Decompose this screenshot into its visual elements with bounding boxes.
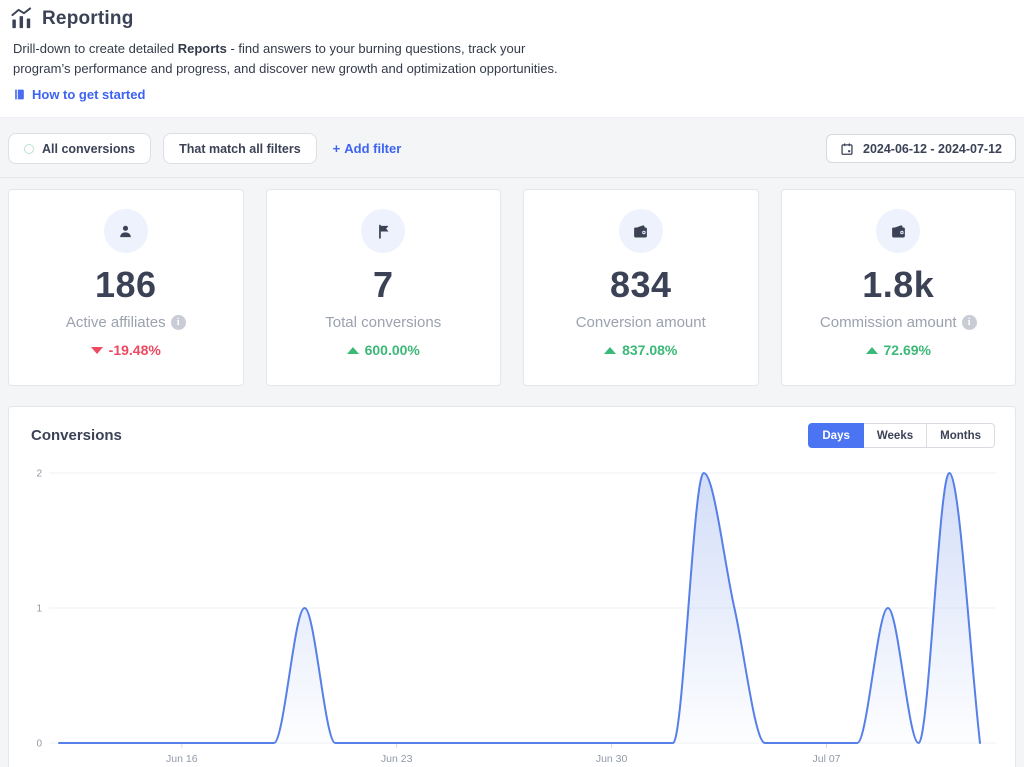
stat-label: Total conversions xyxy=(325,314,441,331)
person-icon xyxy=(104,209,148,253)
page-title: Reporting xyxy=(42,8,134,30)
stat-card-conversion-amount: 834 Conversion amount 837.08% xyxy=(523,189,759,386)
stat-label: Conversion amount xyxy=(576,314,706,331)
info-icon[interactable] xyxy=(171,315,186,330)
toggle-days[interactable]: Days xyxy=(808,423,864,448)
trend-up-icon xyxy=(604,347,616,354)
plus-icon: + xyxy=(333,141,341,156)
calendar-icon xyxy=(840,142,854,156)
how-to-get-started-label: How to get started xyxy=(32,87,145,102)
stat-value: 1.8k xyxy=(862,264,934,306)
filter-bar: All conversions That match all filters +… xyxy=(0,118,1024,177)
trend-up-icon xyxy=(347,347,359,354)
page-description: Drill-down to create detailed Reports - … xyxy=(13,39,558,79)
date-range-value: 2024-06-12 - 2024-07-12 xyxy=(863,142,1002,156)
info-icon[interactable] xyxy=(962,315,977,330)
stat-card-total-conversions: 7 Total conversions 600.00% xyxy=(266,189,502,386)
wallet-icon xyxy=(876,209,920,253)
y-axis-label: 0 xyxy=(36,739,42,750)
match-all-filters-button[interactable]: That match all filters xyxy=(163,133,317,164)
conversions-chart-card: Conversions Days Weeks Months 2 1 0 Jun 16 J… xyxy=(8,406,1016,767)
x-axis-label: Jun 23 xyxy=(381,753,413,765)
filter-divider xyxy=(0,177,1024,178)
all-conversions-label: All conversions xyxy=(42,142,135,156)
match-all-label: That match all filters xyxy=(179,142,301,156)
stat-delta: 600.00% xyxy=(347,342,420,358)
page-header: Reporting Drill-down to create detailed … xyxy=(0,0,1024,118)
add-filter-button[interactable]: + Add filter xyxy=(333,141,402,156)
stat-label: Active affiliates xyxy=(66,314,186,331)
y-axis-label: 2 xyxy=(36,469,42,480)
x-axis-label: Jun 16 xyxy=(166,753,198,765)
date-range-picker[interactable]: 2024-06-12 - 2024-07-12 xyxy=(826,134,1016,163)
stat-label: Commission amount xyxy=(820,314,977,331)
granularity-toggle: Days Weeks Months xyxy=(808,423,995,448)
stat-card-active-affiliates: 186 Active affiliates -19.48% xyxy=(8,189,244,386)
x-axis-label: Jun 30 xyxy=(596,753,628,765)
toggle-months[interactable]: Months xyxy=(926,423,995,448)
chart-title: Conversions xyxy=(31,427,122,444)
how-to-get-started-link[interactable]: How to get started xyxy=(13,87,145,102)
stat-card-commission-amount: 1.8k Commission amount 72.69% xyxy=(781,189,1017,386)
all-conversions-filter-button[interactable]: All conversions xyxy=(8,133,151,164)
stats-row: 186 Active affiliates -19.48% 7 Total co… xyxy=(8,189,1016,386)
toggle-weeks[interactable]: Weeks xyxy=(863,423,927,448)
stat-delta: -19.48% xyxy=(91,342,161,358)
trend-down-icon xyxy=(91,347,103,354)
book-icon xyxy=(13,88,26,101)
wallet-icon xyxy=(619,209,663,253)
conversions-chart-svg: 2 1 0 Jun 16 Jun 23 Jun 30 Jul 07 xyxy=(11,462,1013,767)
y-axis-label: 1 xyxy=(36,604,42,615)
stat-value: 834 xyxy=(610,264,672,306)
flag-icon xyxy=(361,209,405,253)
stat-delta: 72.69% xyxy=(866,342,931,358)
stat-delta: 837.08% xyxy=(604,342,677,358)
stat-value: 7 xyxy=(373,264,394,306)
trend-up-icon xyxy=(866,347,878,354)
add-filter-label: Add filter xyxy=(344,141,401,156)
reporting-chart-icon xyxy=(10,7,33,30)
x-axis-label: Jul 07 xyxy=(812,753,840,765)
stat-value: 186 xyxy=(95,264,157,306)
status-ring-icon xyxy=(24,144,34,154)
